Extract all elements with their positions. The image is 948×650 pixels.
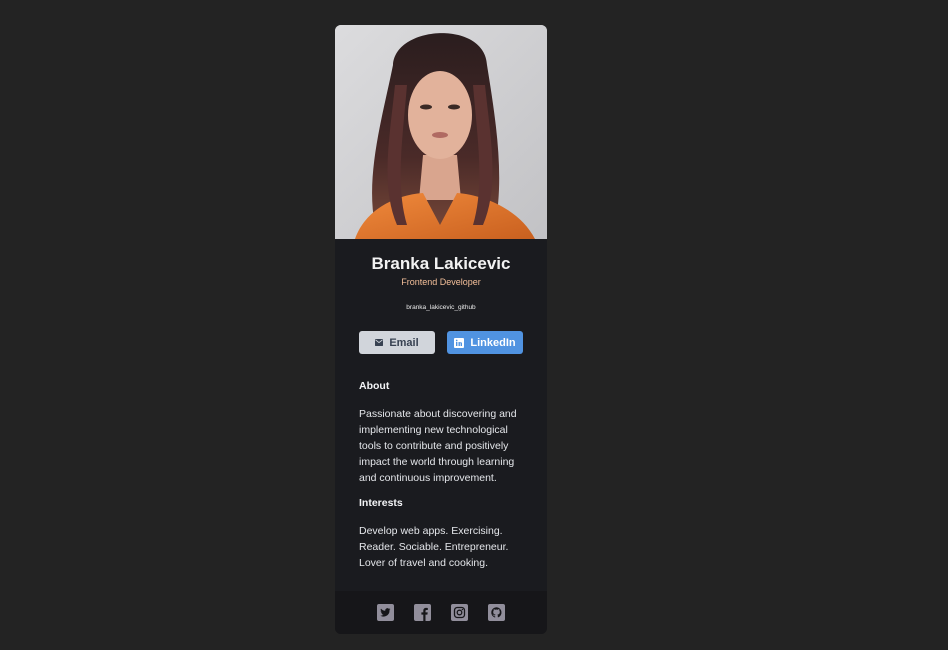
linkedin-icon <box>454 337 465 348</box>
email-button-label: Email <box>389 336 419 349</box>
social-footer <box>335 591 547 634</box>
instagram-icon[interactable] <box>451 604 468 621</box>
profile-photo <box>335 25 547 239</box>
contact-buttons: Email LinkedIn <box>359 331 523 354</box>
email-button[interactable]: Email <box>359 331 435 354</box>
twitter-icon[interactable] <box>377 604 394 621</box>
linkedin-button[interactable]: LinkedIn <box>447 331 523 354</box>
interests-heading: Interests <box>359 497 403 509</box>
facebook-icon[interactable] <box>414 604 431 621</box>
linkedin-button-label: LinkedIn <box>470 336 516 349</box>
about-section: About Passionate about discovering and i… <box>335 379 547 486</box>
about-text: Passionate about discovering and impleme… <box>359 408 517 484</box>
mail-icon <box>375 339 384 346</box>
profile-info: Branka Lakicevic Frontend Developer bran… <box>335 239 547 312</box>
profile-card: Branka Lakicevic Frontend Developer bran… <box>335 25 547 634</box>
profile-handle: branka_lakicevic_github <box>406 304 476 311</box>
interests-text: Develop web apps. Exercising. Reader. So… <box>359 525 509 569</box>
profile-role: Frontend Developer <box>401 277 481 287</box>
github-icon[interactable] <box>488 604 505 621</box>
interests-section: Interests Develop web apps. Exercising. … <box>335 496 547 571</box>
profile-name: Branka Lakicevic <box>371 254 511 273</box>
about-heading: About <box>359 380 390 392</box>
